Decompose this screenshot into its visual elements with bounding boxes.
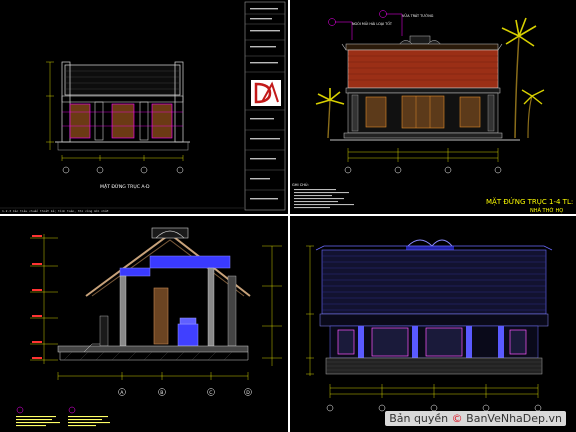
facade-walls <box>330 92 520 141</box>
watermark-site: BanVeNhaDep.vn <box>462 412 562 425</box>
company-logo-icon <box>251 80 281 106</box>
drawing-panel-blue-elevation <box>290 216 576 432</box>
watermark-prefix: Bản quyền <box>389 412 452 425</box>
front-elevation-drawing: NGÓI MŨI HÀI LOẠI TỐT VỮA TRÁT TƯỜNG GHI… <box>290 0 576 214</box>
roof-material-label: NGÓI MŨI HÀI LOẠI TỐT <box>352 21 393 26</box>
axis-label-b: B <box>160 390 163 396</box>
cad-status-line: 1.2.3 Các tiêu chuẩn thiết kế, tính toán… <box>2 209 109 213</box>
drawing-panel-elevation-a-d: MẶT ĐỨNG TRỤC A-D 1.2.3 Các tiêu chuẩn t… <box>0 0 288 214</box>
section-drawing: A B C D <box>0 216 288 432</box>
drawing-panel-section: A B C D <box>0 216 288 432</box>
axis-label-d: D <box>246 390 250 396</box>
notes-header: GHI CHÚ: <box>292 182 309 187</box>
drawing-caption: MẶT ĐỨNG TRỤC A-D <box>100 183 150 190</box>
drawing-panel-front-elevation: NGÓI MŨI HÀI LOẠI TỐT VỮA TRÁT TƯỜNG GHI… <box>290 0 576 214</box>
roof-tiles <box>321 249 547 315</box>
copyright-icon: © <box>451 412 463 425</box>
drawing-title: MẶT ĐỨNG TRỤC 1-4 TL: 1/40 <box>486 197 576 206</box>
wall-material-label: VỮA TRÁT TƯỜNG <box>402 13 434 18</box>
axis-label-c: C <box>209 390 212 396</box>
roof-elevation <box>341 35 503 94</box>
copyright-watermark: Bản quyền © BanVeNhaDep.vn <box>385 411 566 426</box>
elevation-a-d-drawing: MẶT ĐỨNG TRỤC A-D 1.2.3 Các tiêu chuẩn t… <box>0 0 288 214</box>
facade-blue <box>319 313 549 375</box>
altar-icon <box>177 317 199 347</box>
blue-elevation-drawing <box>290 216 576 432</box>
drawing-subtitle: NHÀ THỜ HỌ <box>530 207 563 214</box>
